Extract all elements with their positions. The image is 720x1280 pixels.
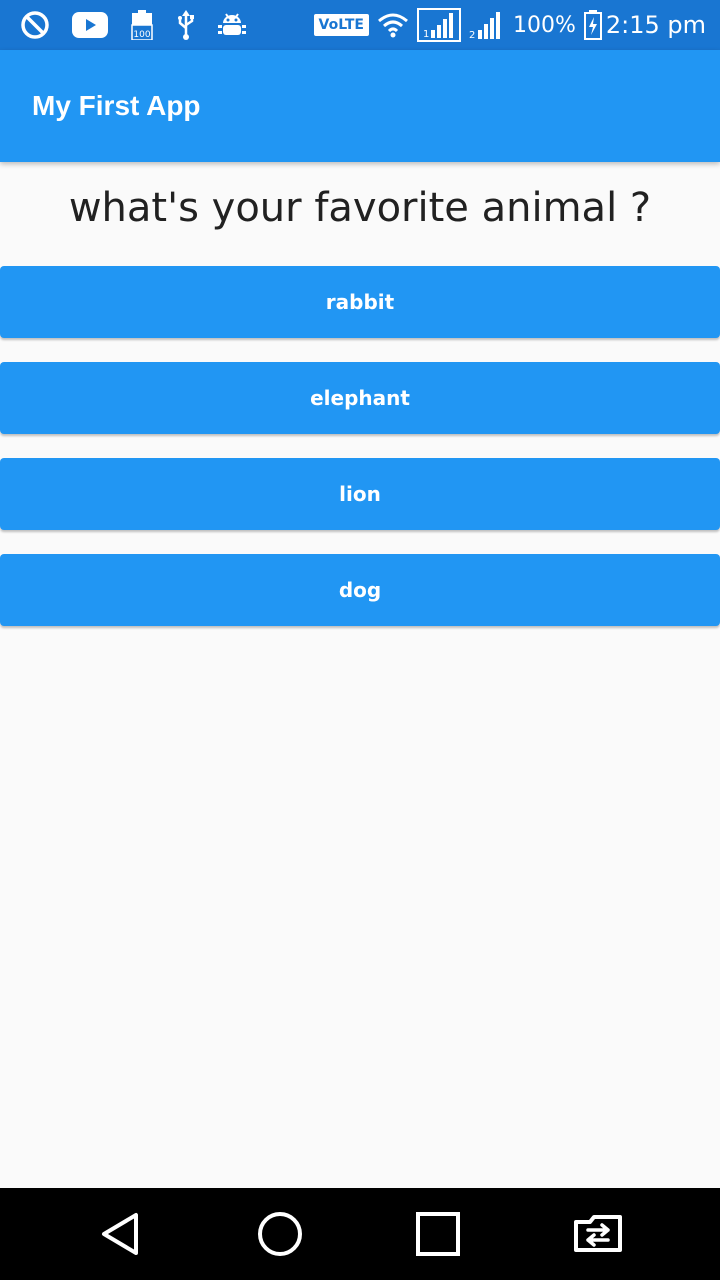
- back-icon: [102, 1213, 138, 1255]
- usb-icon: [176, 10, 196, 40]
- battery-percent: 100%: [512, 12, 576, 38]
- app-bar: My First App: [0, 50, 720, 162]
- back-button[interactable]: [60, 1188, 180, 1280]
- app-title: My First App: [32, 90, 201, 121]
- wifi-icon: [377, 11, 409, 39]
- volte-badge: VoLTE: [313, 14, 369, 36]
- status-bar: 100 VoLTE 1 2 100% 2:15 pm: [0, 0, 720, 50]
- answer-button-rabbit[interactable]: rabbit: [0, 266, 720, 338]
- screen-switch-icon: [574, 1215, 622, 1252]
- answer-button-lion[interactable]: lion: [0, 458, 720, 530]
- battery-charging-icon: [583, 10, 602, 40]
- navigation-bar: [0, 1188, 720, 1280]
- clock: 2:15 pm: [605, 11, 706, 39]
- recents-icon: [416, 1212, 460, 1256]
- youtube-icon: [72, 12, 108, 38]
- status-right-icons: VoLTE 1 2 100% 2:15 pm: [306, 8, 706, 42]
- do-not-disturb-icon: [20, 10, 50, 40]
- signal-sim1-icon: 1: [416, 8, 461, 42]
- question-text: what's your favorite animal ?: [68, 185, 652, 231]
- answer-button-elephant[interactable]: elephant: [0, 362, 720, 434]
- home-button[interactable]: [220, 1188, 340, 1280]
- status-left-icons: 100: [20, 10, 268, 40]
- answer-button-dog[interactable]: dog: [0, 554, 720, 626]
- svg-text:2: 2: [469, 30, 475, 40]
- android-debug-icon: [218, 10, 246, 40]
- recents-button[interactable]: [378, 1188, 498, 1280]
- screen-switch-button[interactable]: [538, 1188, 658, 1280]
- svg-text:100: 100: [133, 30, 150, 40]
- svg-text:1: 1: [423, 29, 429, 40]
- signal-sim2-icon: 2: [469, 10, 505, 40]
- battery-100-icon: 100: [130, 10, 154, 40]
- home-icon: [258, 1212, 302, 1256]
